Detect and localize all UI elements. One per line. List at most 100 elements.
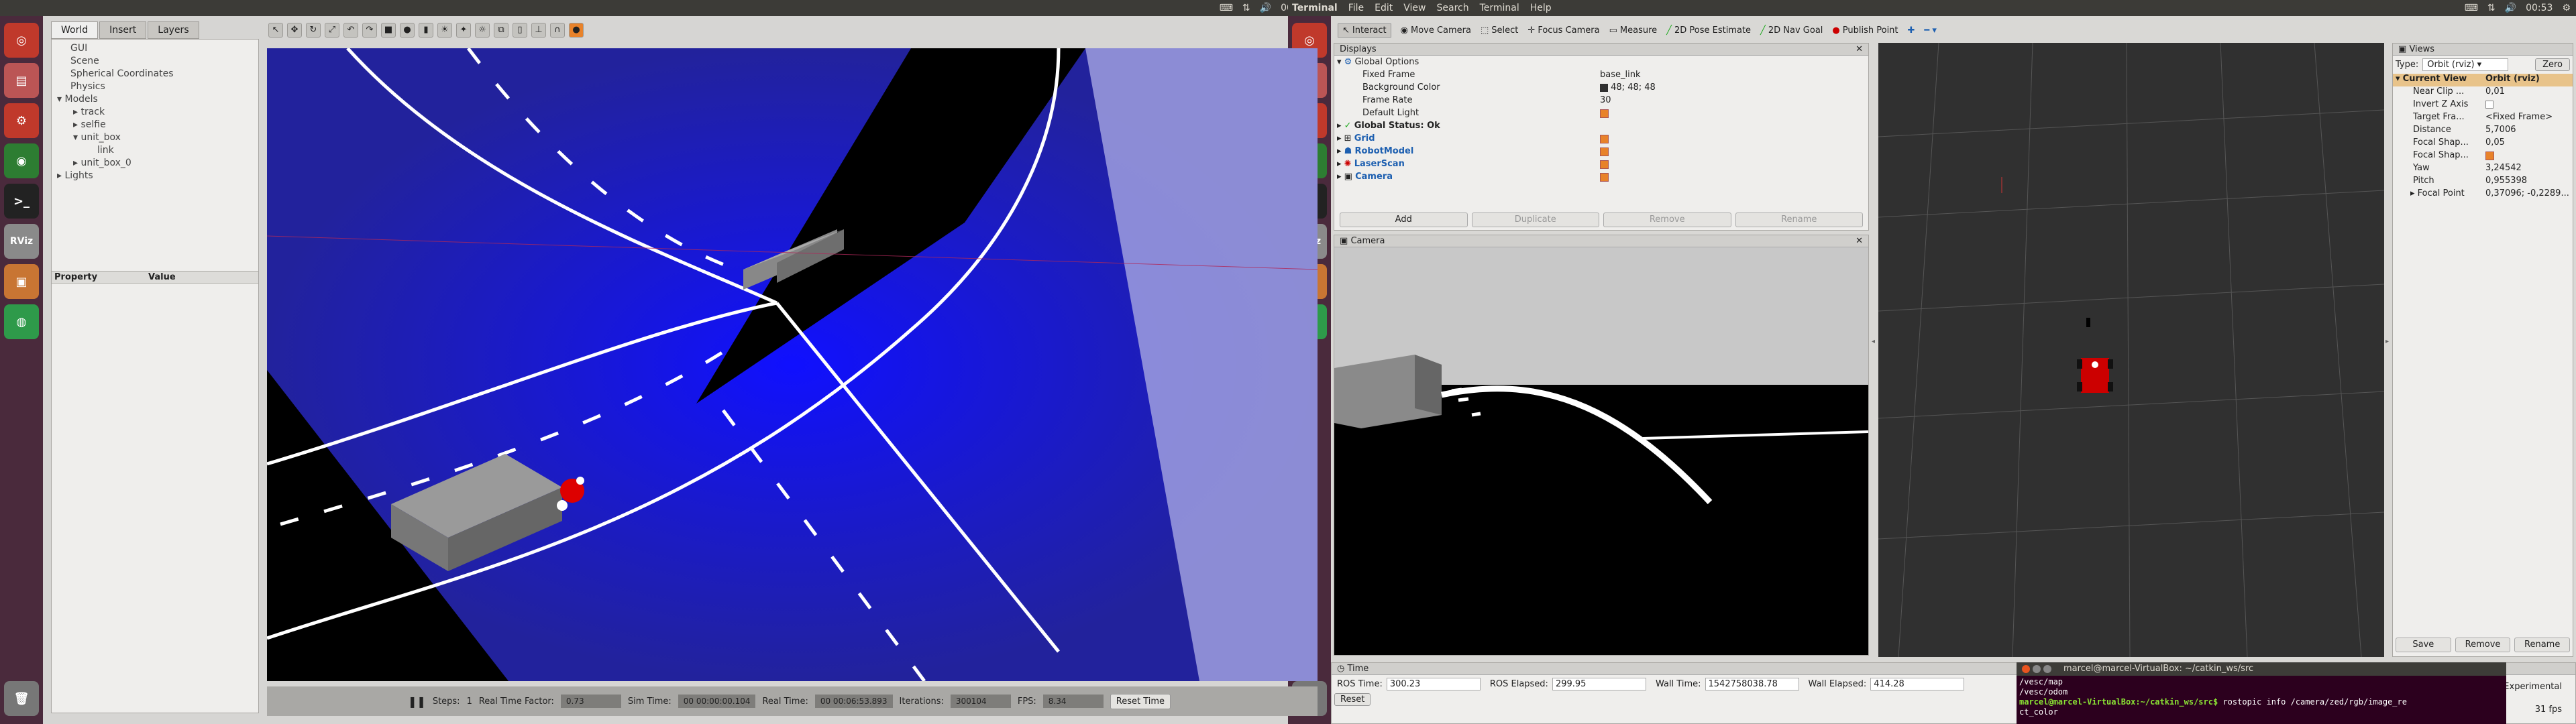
select-icon[interactable]: ↖: [268, 23, 283, 38]
view-prop-focal-shape-size[interactable]: Focal Shap... 0,05: [2393, 137, 2573, 150]
settings-icon[interactable]: ⚙: [4, 103, 39, 138]
checkbox-checked[interactable]: [1600, 173, 1609, 182]
splitter-handle[interactable]: ◂: [1872, 338, 1875, 345]
chevron-down-icon[interactable]: ▾: [1337, 57, 1342, 67]
terminal-window[interactable]: marcel@marcel-VirtualBox: ~/catkin_ws/sr…: [2017, 662, 2506, 724]
view-prop-focal-point[interactable]: ▸ Focal Point 0,37096; -0,2289...: [2393, 188, 2573, 201]
rviz-icon[interactable]: RViz: [4, 224, 39, 259]
menu-view[interactable]: View: [1403, 3, 1426, 13]
chrome-icon[interactable]: ◉: [4, 143, 39, 178]
tree-item-track[interactable]: ▸ track: [54, 106, 256, 119]
splitter-handle[interactable]: ▸: [2385, 338, 2389, 345]
rename-button[interactable]: Rename: [1735, 213, 1863, 227]
chevron-right-icon[interactable]: ▸: [1337, 146, 1342, 156]
tree-item-models[interactable]: ▾ Models: [54, 93, 256, 106]
plus-icon[interactable]: ✚: [1908, 25, 1915, 36]
tree-item-selfie[interactable]: ▸ selfie: [54, 119, 256, 131]
box-icon[interactable]: ▣: [4, 264, 39, 299]
pose-estimate-tool[interactable]: ╱ 2D Pose Estimate: [1666, 25, 1751, 36]
zero-button[interactable]: Zero: [2535, 58, 2570, 71]
tree-item-lights[interactable]: ▸ Lights: [54, 170, 256, 182]
chevron-right-icon[interactable]: ▸: [57, 170, 64, 181]
maximize-icon[interactable]: [2043, 665, 2051, 673]
reset-button[interactable]: Reset: [1334, 693, 1371, 706]
display-grid[interactable]: ▸ ⊞ Grid: [1334, 132, 1868, 145]
display-laserscan[interactable]: ▸ ✺ LaserScan: [1334, 158, 1868, 170]
display-camera[interactable]: ▸ ▣ Camera: [1334, 170, 1868, 183]
tab-insert[interactable]: Insert: [99, 21, 147, 39]
focus-camera-tool[interactable]: ✛ Focus Camera: [1527, 25, 1599, 36]
tab-world[interactable]: World: [51, 21, 99, 39]
close-icon[interactable]: ✕: [1856, 44, 1863, 54]
magnet-icon[interactable]: ∩: [550, 23, 565, 38]
network-icon[interactable]: ⇅: [1242, 3, 1250, 13]
measure-tool[interactable]: ▭ Measure: [1609, 25, 1658, 36]
rotate-icon[interactable]: ↻: [306, 23, 321, 38]
files-icon[interactable]: ▤: [4, 63, 39, 98]
chevron-right-icon[interactable]: ▸: [73, 119, 80, 130]
type-select[interactable]: Orbit (rviz) ▾: [2422, 58, 2509, 71]
keyboard-icon[interactable]: ⌨: [2465, 3, 2478, 13]
tab-layers[interactable]: Layers: [148, 21, 199, 39]
close-icon[interactable]: ✕: [1856, 236, 1863, 246]
tree-item-unit-box-0[interactable]: ▸ unit_box_0: [54, 157, 256, 170]
gazebo-3d-view[interactable]: [267, 48, 1318, 681]
trash-icon[interactable]: 🗑: [4, 681, 39, 716]
checkbox-checked[interactable]: [2485, 152, 2494, 160]
chevron-down-icon[interactable]: ▾: [2396, 74, 2400, 84]
gazebo-scene[interactable]: [267, 48, 1318, 681]
ubuntu-icon[interactable]: ◎: [4, 23, 39, 58]
view-prop-focal-shape-fixed[interactable]: Focal Shap...: [2393, 150, 2573, 163]
chevron-right-icon[interactable]: ▸: [2410, 188, 2415, 198]
chevron-right-icon[interactable]: ▸: [1337, 172, 1342, 182]
option-default-light[interactable]: Default Light: [1334, 107, 1868, 119]
checkbox-unchecked[interactable]: [2485, 100, 2493, 109]
option-background-color[interactable]: Background Color 48; 48; 48: [1334, 81, 1868, 94]
checkbox-checked[interactable]: [1600, 160, 1609, 169]
view-prop-pitch[interactable]: Pitch 0,955398: [2393, 176, 2573, 188]
copy-icon[interactable]: ⧉: [494, 23, 508, 38]
right-tray[interactable]: ⌨ ⇅ 🔊 00:53 ⚙: [2465, 0, 2571, 16]
display-robotmodel[interactable]: ▸ ☗ RobotModel: [1334, 145, 1868, 158]
chevron-down-icon[interactable]: ▾: [57, 94, 64, 105]
view-prop-invert-z[interactable]: Invert Z Axis: [2393, 99, 2573, 112]
terminal-output[interactable]: /vesc/map /vesc/odom marcel@marcel-Virtu…: [2017, 676, 2506, 719]
tree-item-scene[interactable]: Scene: [54, 55, 256, 68]
global-status-row[interactable]: ▸ ✓ Global Status: Ok: [1334, 119, 1868, 132]
network-icon[interactable]: ⇅: [2487, 3, 2496, 13]
menu-help[interactable]: Help: [1530, 3, 1552, 13]
remove-view-button[interactable]: Remove: [2455, 638, 2511, 652]
global-options-row[interactable]: ▾ ⚙ Global Options: [1334, 56, 1868, 68]
save-button[interactable]: Save: [2396, 638, 2451, 652]
option-frame-rate[interactable]: Frame Rate 30: [1334, 94, 1868, 107]
cylinder-shape-icon[interactable]: ▮: [419, 23, 433, 38]
tree-item-unit-box[interactable]: ▾ unit_box: [54, 131, 256, 144]
keyboard-icon[interactable]: ⌨: [1220, 3, 1233, 13]
pause-icon[interactable]: ❚❚: [408, 695, 426, 708]
remove-button[interactable]: Remove: [1603, 213, 1731, 227]
chevron-right-icon[interactable]: ▸: [1337, 121, 1342, 131]
gear-icon[interactable]: ⚙: [2562, 3, 2571, 13]
record-icon[interactable]: ●: [569, 23, 584, 38]
tree-item-gui[interactable]: GUI: [54, 42, 256, 55]
publish-point-tool[interactable]: ● Publish Point: [1832, 25, 1898, 36]
align-icon[interactable]: ⊥: [531, 23, 546, 38]
rename-view-button[interactable]: Rename: [2514, 638, 2571, 652]
minimize-icon[interactable]: [2033, 665, 2041, 673]
view-prop-yaw[interactable]: Yaw 3,24542: [2393, 163, 2573, 176]
chevron-right-icon[interactable]: ▸: [1337, 159, 1342, 169]
chevron-right-icon[interactable]: ▸: [1337, 133, 1342, 143]
spot-light-icon[interactable]: ✦: [456, 23, 471, 38]
close-icon[interactable]: [2022, 665, 2030, 673]
terminal-titlebar[interactable]: marcel@marcel-VirtualBox: ~/catkin_ws/sr…: [2017, 662, 2506, 676]
terminal-icon[interactable]: >_: [4, 184, 39, 219]
rviz-scene[interactable]: [1878, 43, 2384, 657]
chevron-right-icon[interactable]: ▸: [73, 107, 80, 117]
tree-item-link[interactable]: link: [54, 144, 256, 157]
menu-file[interactable]: File: [1348, 3, 1364, 13]
redo-icon[interactable]: ↷: [362, 23, 377, 38]
chevron-right-icon[interactable]: ▸: [73, 158, 80, 168]
gazebo-icon[interactable]: ◍: [4, 304, 39, 339]
tree-item-spherical[interactable]: Spherical Coordinates: [54, 68, 256, 80]
option-fixed-frame[interactable]: Fixed Frame base_link: [1334, 68, 1868, 81]
